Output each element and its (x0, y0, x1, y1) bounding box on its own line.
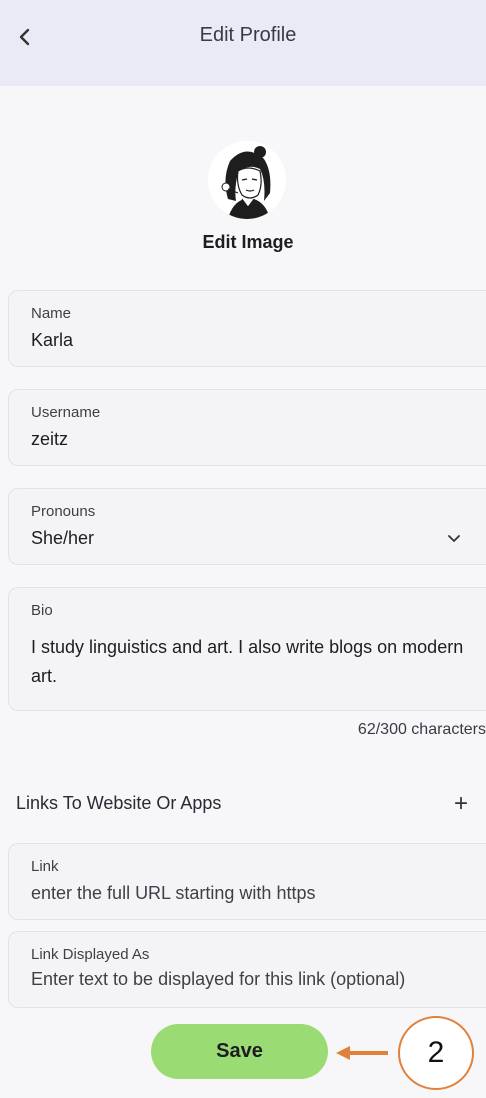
header-bar: Edit Profile (0, 0, 486, 86)
link-url-placeholder[interactable]: enter the full URL starting with https (31, 883, 315, 904)
edit-image-link[interactable]: Edit Image (0, 232, 486, 253)
name-label: Name (31, 305, 72, 322)
bio-character-counter: 62/300 characters (357, 721, 486, 738)
chevron-down-icon[interactable] (445, 529, 463, 547)
link-display-field[interactable]: Link Displayed As Enter text to be displ… (8, 931, 486, 1008)
username-label: Username (31, 404, 101, 421)
name-value[interactable]: Karla (31, 330, 73, 351)
links-section-title: Links To Website Or Apps (16, 793, 222, 813)
username-field[interactable]: Username zeitz (8, 389, 486, 466)
link-display-label: Link Displayed As (31, 946, 150, 963)
bio-textarea[interactable]: I study linguistics and art. I also writ… (31, 633, 471, 691)
save-button[interactable]: Save (151, 1024, 328, 1079)
avatar-illustration (208, 141, 286, 219)
name-field[interactable]: Name Karla (8, 290, 486, 367)
link-label: Link (31, 858, 59, 875)
link-display-placeholder[interactable]: Enter text to be displayed for this link… (31, 969, 405, 990)
step-number-badge: 2 (398, 1016, 474, 1090)
link-url-field[interactable]: Link enter the full URL starting with ht… (8, 843, 486, 920)
avatar[interactable] (208, 141, 286, 219)
page-title: Edit Profile (199, 24, 297, 46)
username-value[interactable]: zeitz (31, 429, 68, 450)
pronouns-value[interactable]: She/her (31, 528, 94, 549)
bio-field[interactable]: Bio I study linguistics and art. I also … (8, 587, 486, 711)
arrow-left-icon (336, 1046, 388, 1060)
pronouns-select[interactable]: Pronouns She/her (8, 488, 486, 565)
pronouns-label: Pronouns (31, 503, 96, 520)
bio-label: Bio (31, 602, 53, 619)
plus-icon[interactable]: + (448, 791, 474, 817)
